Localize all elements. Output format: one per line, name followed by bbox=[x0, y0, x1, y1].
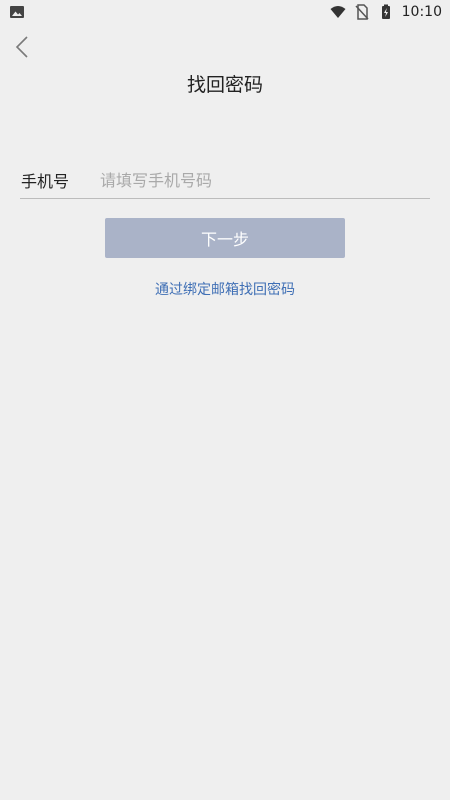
next-step-button[interactable]: 下一步 bbox=[105, 218, 345, 258]
phone-label: 手机号 bbox=[21, 172, 70, 191]
chevron-left-icon bbox=[15, 36, 28, 58]
battery-charging-icon bbox=[381, 4, 390, 19]
status-icons: 10:10 bbox=[330, 0, 442, 24]
back-button[interactable] bbox=[10, 32, 34, 62]
phone-input[interactable] bbox=[100, 170, 430, 190]
page-title: 找回密码 bbox=[186, 74, 263, 96]
wifi-icon bbox=[330, 6, 346, 18]
phone-field-row: 手机号 bbox=[20, 162, 430, 199]
no-sim-icon bbox=[355, 4, 369, 20]
email-recovery-link[interactable]: 通过绑定邮箱找回密码 bbox=[0, 279, 450, 299]
status-time: 10:10 bbox=[401, 4, 442, 20]
image-icon bbox=[10, 6, 24, 18]
status-bar: 10:10 bbox=[0, 0, 450, 24]
